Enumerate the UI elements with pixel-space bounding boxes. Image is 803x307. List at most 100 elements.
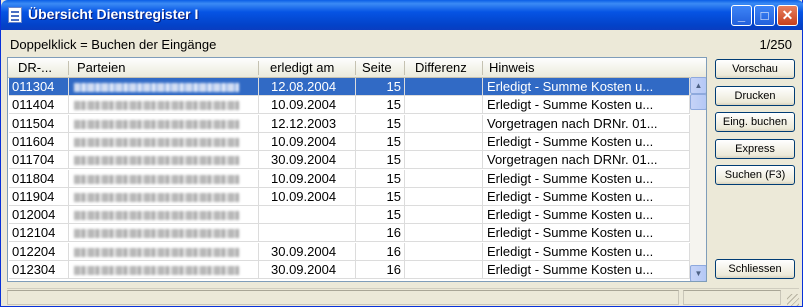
cell-differenz	[405, 114, 483, 133]
cell-erledigt: 10.09.2004	[259, 187, 356, 206]
cell-erledigt	[259, 224, 356, 243]
cell-differenz	[405, 224, 483, 243]
redacted-text	[74, 174, 239, 184]
cell-hinweis: Erledigt - Summe Kosten u...	[483, 206, 690, 225]
eing-buchen-button[interactable]: Eing. buchen	[715, 112, 795, 132]
cell-hinweis: Vorgetragen nach DRNr. 01...	[483, 151, 690, 170]
cell-parteien-redacted	[69, 187, 259, 206]
cell-dr: 011504	[9, 114, 69, 133]
cell-seite: 16	[356, 242, 405, 261]
table-row[interactable]: 012304 30.09.2004 16 Erledigt - Summe Koste…	[9, 261, 690, 279]
cell-erledigt: 12.08.2004	[259, 78, 356, 96]
cell-hinweis: Erledigt - Summe Kosten u...	[483, 78, 690, 96]
cell-dr: 011704	[9, 151, 69, 170]
resize-grip-icon[interactable]	[787, 294, 799, 306]
scroll-thumb[interactable]	[690, 94, 706, 110]
cell-dr: 012304	[9, 261, 69, 279]
cell-seite: 15	[356, 151, 405, 170]
cell-hinweis: Erledigt - Summe Kosten u...	[483, 187, 690, 206]
app-window: Übersicht Dienstregister I _ □ ✕ Doppelk…	[0, 0, 803, 307]
table-row[interactable]: 011904 10.09.2004 15 Erledigt - Summe Koste…	[9, 187, 690, 206]
window-title: Übersicht Dienstregister I	[28, 6, 199, 22]
minimize-icon[interactable]: _	[731, 5, 752, 26]
cell-seite: 15	[356, 96, 405, 115]
cell-seite: 15	[356, 78, 405, 96]
cell-dr: 012104	[9, 224, 69, 243]
cell-hinweis: Vorgetragen nach DRNr. 01...	[483, 114, 690, 133]
maximize-icon[interactable]: □	[754, 5, 775, 26]
redacted-text	[74, 119, 239, 129]
scroll-down-icon[interactable]: ▼	[690, 265, 706, 281]
cell-dr: 011304	[9, 78, 69, 96]
cell-erledigt: 10.09.2004	[259, 96, 356, 115]
cell-differenz	[405, 132, 483, 151]
cell-seite: 15	[356, 169, 405, 188]
cell-seite: 16	[356, 261, 405, 279]
cell-differenz	[405, 261, 483, 279]
cell-erledigt: 30.09.2004	[259, 151, 356, 170]
close-icon[interactable]: ✕	[777, 5, 798, 26]
redacted-text	[74, 101, 239, 111]
register-table[interactable]: DR-... Parteien erledigt am Seite Differ…	[7, 57, 707, 282]
scroll-up-icon[interactable]: ▲	[690, 77, 706, 94]
redacted-text	[74, 137, 239, 147]
cell-seite: 16	[356, 224, 405, 243]
table-row[interactable]: 012004 15 Erledigt - Summe Kosten u...	[9, 206, 690, 225]
status-pane-side	[683, 290, 781, 305]
redacted-text	[74, 247, 239, 257]
cell-seite: 15	[356, 114, 405, 133]
cell-erledigt: 30.09.2004	[259, 242, 356, 261]
cell-parteien-redacted	[69, 114, 259, 133]
cell-seite: 15	[356, 132, 405, 151]
cell-hinweis: Erledigt - Summe Kosten u...	[483, 96, 690, 115]
cell-parteien-redacted	[69, 242, 259, 261]
col-header-parteien[interactable]: Parteien	[77, 60, 125, 75]
schliessen-button[interactable]: Schliessen	[715, 259, 795, 279]
cell-dr: 011604	[9, 132, 69, 151]
table-row[interactable]: 012204 30.09.2004 16 Erledigt - Summe Koste…	[9, 242, 690, 261]
register-icon	[8, 7, 22, 23]
redacted-text	[74, 83, 239, 92]
cell-differenz	[405, 78, 483, 96]
cell-parteien-redacted	[69, 78, 259, 96]
cell-differenz	[405, 169, 483, 188]
cell-differenz	[405, 242, 483, 261]
table-row[interactable]: 011604 10.09.2004 15 Erledigt - Summe Koste…	[9, 132, 690, 151]
express-button[interactable]: Express	[715, 139, 795, 159]
table-row[interactable]: 011704 30.09.2004 15 Vorgetragen nach DRNr.…	[9, 151, 690, 170]
cell-hinweis: Erledigt - Summe Kosten u...	[483, 132, 690, 151]
status-pane-main	[7, 290, 679, 305]
cell-differenz	[405, 96, 483, 115]
col-header-erledigt[interactable]: erledigt am	[270, 60, 334, 75]
cell-dr: 012204	[9, 242, 69, 261]
cell-hinweis: Erledigt - Summe Kosten u...	[483, 261, 690, 279]
cell-dr: 011804	[9, 169, 69, 188]
cell-hinweis: Erledigt - Summe Kosten u...	[483, 224, 690, 243]
redacted-text	[74, 266, 239, 275]
cell-erledigt: 12.12.2003	[259, 114, 356, 133]
title-bar[interactable]: Übersicht Dienstregister I _ □ ✕	[1, 0, 803, 30]
table-row[interactable]: 012104 16 Erledigt - Summe Kosten u...	[9, 224, 690, 243]
drucken-button[interactable]: Drucken	[715, 86, 795, 106]
redacted-text	[74, 229, 239, 239]
vertical-scrollbar[interactable]: ▲ ▼	[690, 77, 706, 281]
suchen-button[interactable]: Suchen (F3)	[715, 165, 795, 185]
redacted-text	[74, 192, 239, 202]
cell-parteien-redacted	[69, 151, 259, 170]
col-header-seite[interactable]: Seite	[362, 60, 392, 75]
col-header-dr[interactable]: DR-...	[18, 60, 52, 75]
cell-seite: 15	[356, 187, 405, 206]
cell-parteien-redacted	[69, 224, 259, 243]
cell-differenz	[405, 151, 483, 170]
vorschau-button[interactable]: Vorschau	[715, 59, 795, 79]
col-header-differenz[interactable]: Differenz	[415, 60, 467, 75]
cell-erledigt	[259, 206, 356, 225]
table-row[interactable]: 011804 10.09.2004 15 Erledigt - Summe Koste…	[9, 169, 690, 188]
table-row[interactable]: 011304 12.08.2004 15 Erledigt - Summe Koste…	[9, 78, 690, 96]
redacted-text	[74, 211, 239, 221]
cell-hinweis: Erledigt - Summe Kosten u...	[483, 242, 690, 261]
col-header-hinweis[interactable]: Hinweis	[489, 60, 535, 75]
cell-dr: 011404	[9, 96, 69, 115]
table-row[interactable]: 011404 10.09.2004 15 Erledigt - Summe Koste…	[9, 96, 690, 115]
table-row[interactable]: 011504 12.12.2003 15 Vorgetragen nach DRNr.…	[9, 114, 690, 133]
